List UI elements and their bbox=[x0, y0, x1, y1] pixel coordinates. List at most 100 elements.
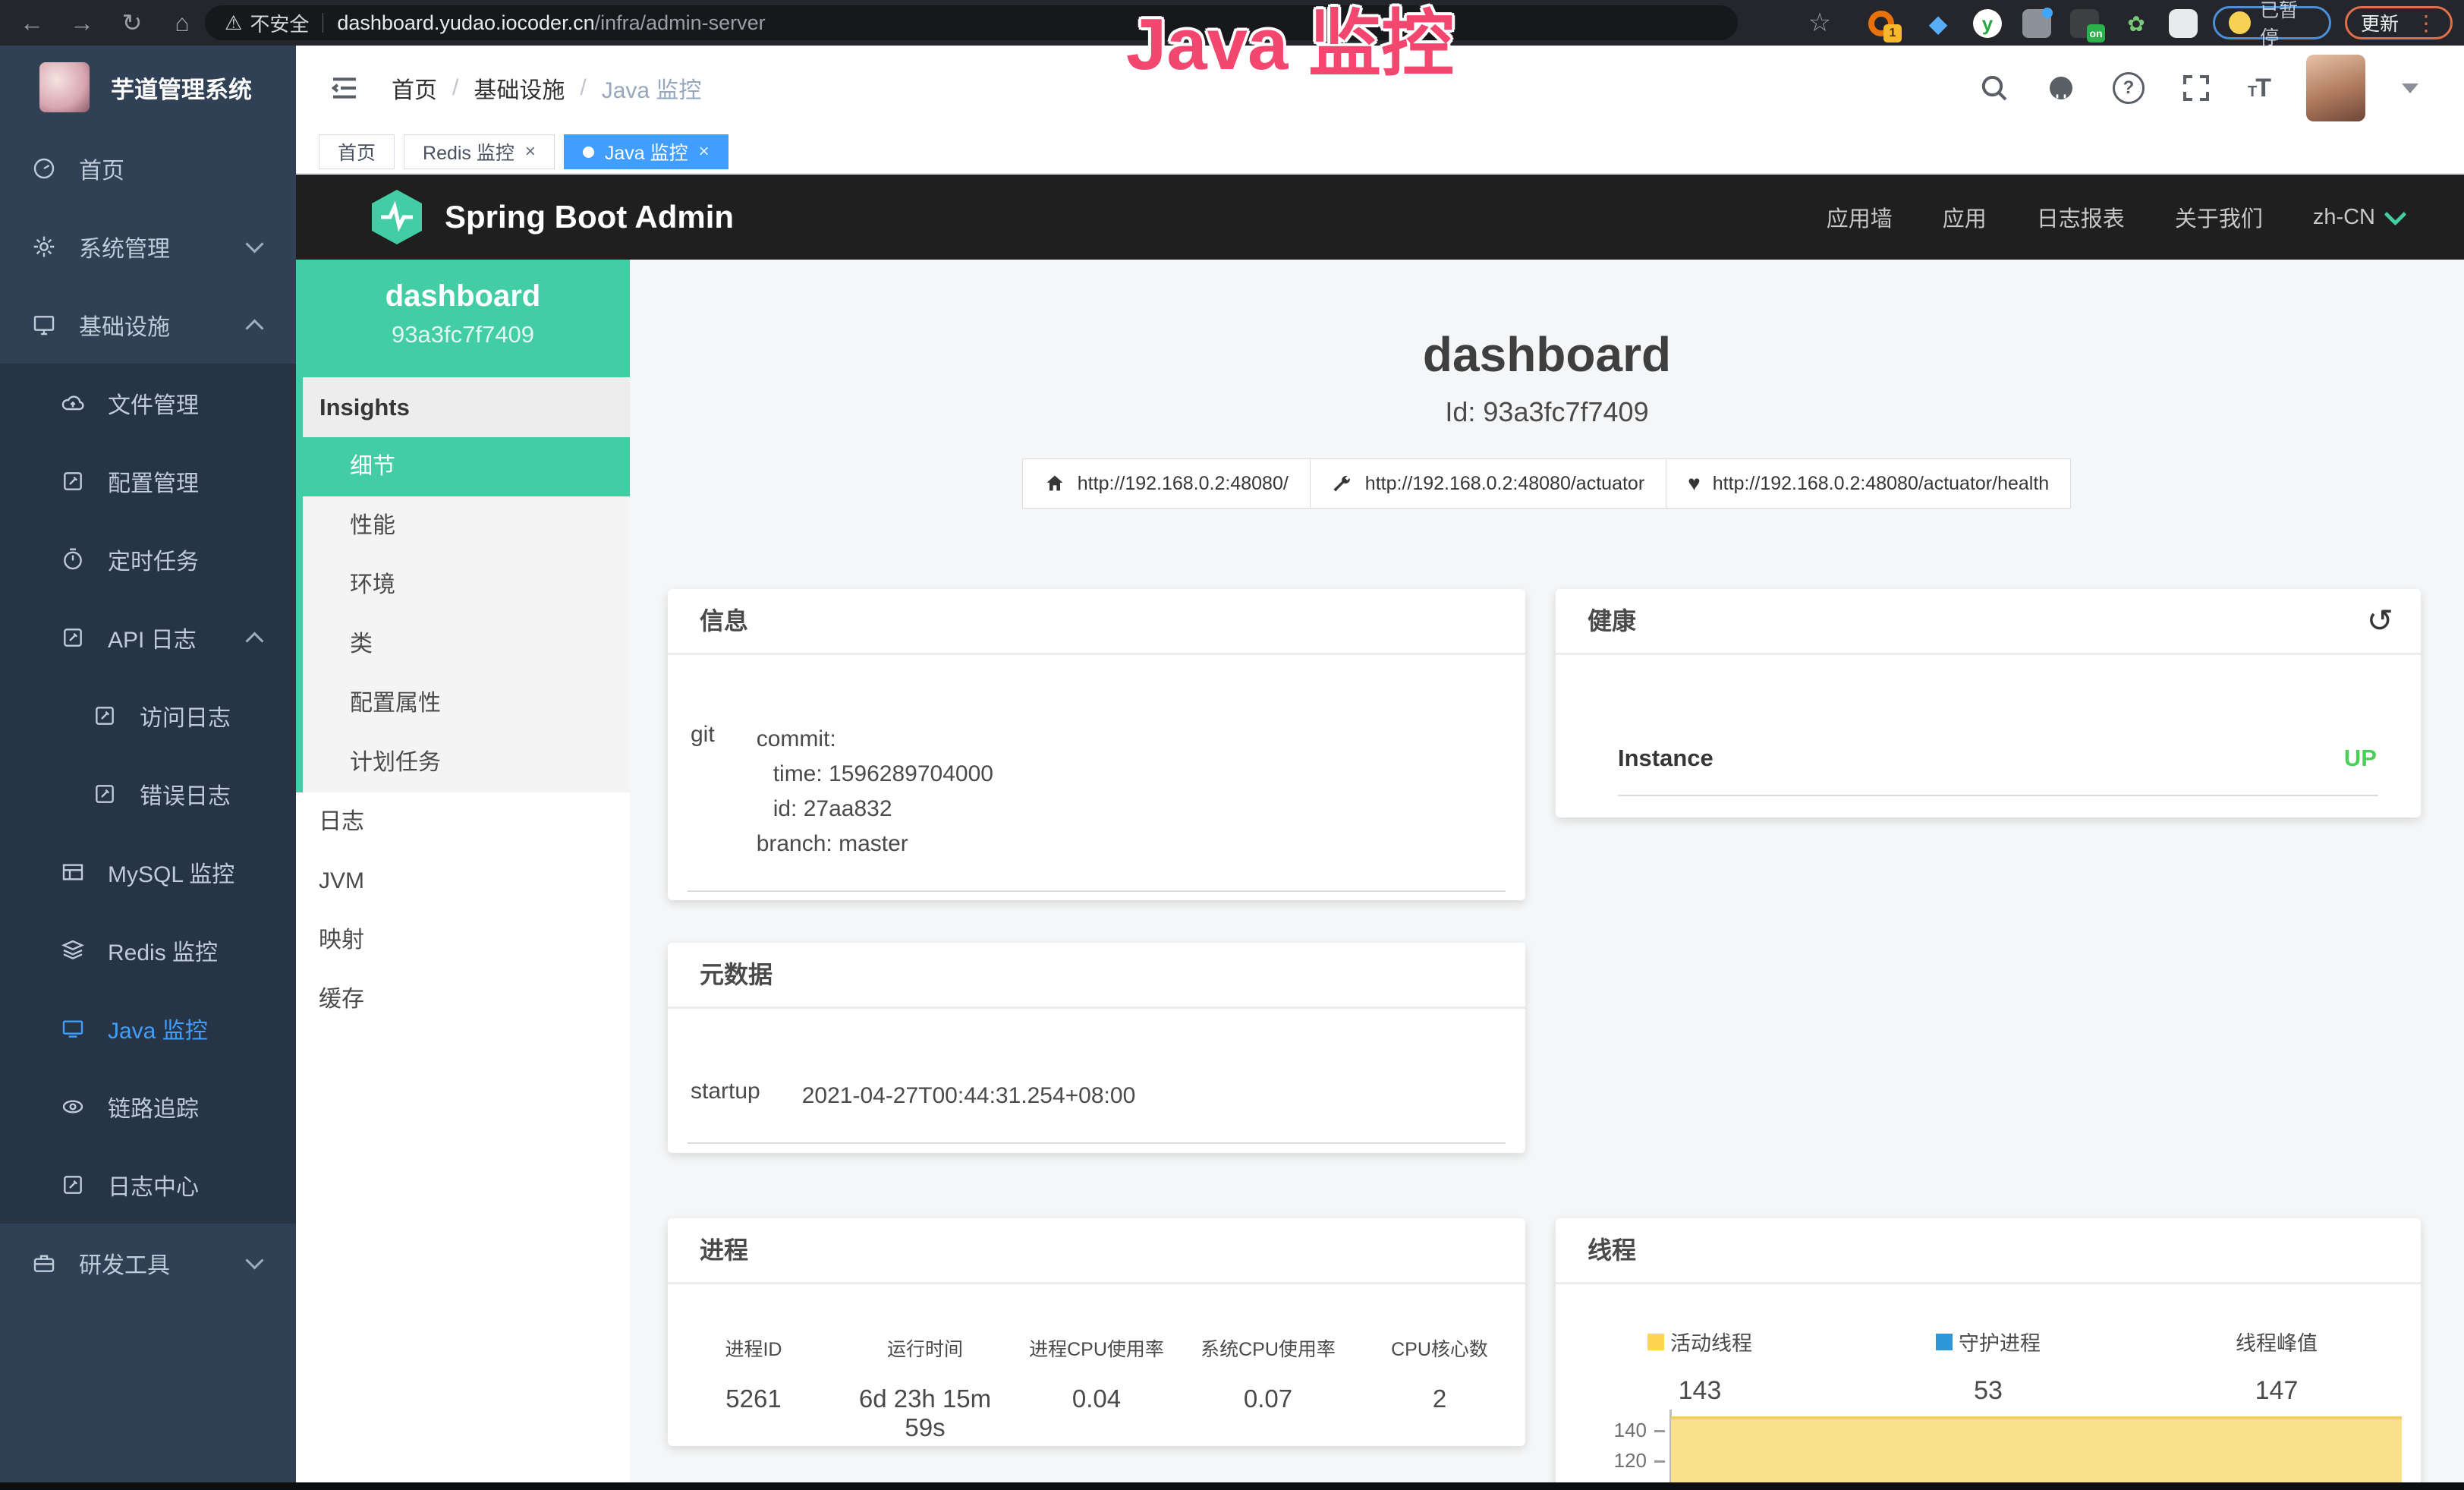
sidebar-item-access-log[interactable]: 访问日志 bbox=[0, 676, 296, 754]
process-col-header: 运行时间 bbox=[839, 1334, 1011, 1362]
browser-back-button[interactable]: ← bbox=[11, 0, 53, 46]
edit-icon bbox=[61, 469, 85, 493]
chevron-up-icon bbox=[245, 319, 263, 337]
menu-item-environment[interactable]: 环境 bbox=[303, 556, 630, 615]
update-browser-button[interactable]: 更新 ⋮ bbox=[2345, 6, 2453, 39]
sba-link-about[interactable]: 关于我们 bbox=[2175, 201, 2263, 233]
extension-grid-icon[interactable] bbox=[2022, 9, 2051, 38]
browser-address-bar[interactable]: ⚠ 不安全 dashboard.yudao.iocoder.cn /infra/… bbox=[205, 5, 1738, 40]
github-icon[interactable] bbox=[2046, 73, 2076, 103]
paused-extension-pill[interactable]: 已暂停 bbox=[2213, 6, 2331, 39]
menu-item-details[interactable]: 细节 bbox=[303, 437, 630, 496]
extension-orange-icon[interactable]: 1 bbox=[1867, 9, 1896, 38]
app-logo-row[interactable]: 芋道管理系统 bbox=[0, 46, 296, 129]
menu-item-scheduled-tasks[interactable]: 计划任务 bbox=[303, 733, 630, 792]
sba-language-select[interactable]: zh-CN bbox=[2313, 205, 2403, 230]
menu-item-classes[interactable]: 类 bbox=[303, 615, 630, 674]
sidebar-item-error-log[interactable]: 错误日志 bbox=[0, 754, 296, 833]
sidebar-item-scheduled-jobs[interactable]: 定时任务 bbox=[0, 520, 296, 598]
row-divider bbox=[1618, 795, 2378, 796]
menu-item-caches[interactable]: 缓存 bbox=[296, 970, 630, 1029]
browser-forward-button[interactable]: → bbox=[61, 0, 103, 46]
legend-swatch-blue bbox=[1936, 1334, 1953, 1350]
extension-list-icon[interactable]: on bbox=[2070, 9, 2099, 38]
breadcrumb-separator: / bbox=[580, 75, 586, 101]
history-icon[interactable]: ↺ bbox=[2367, 589, 2393, 653]
tab-home[interactable]: 首页 bbox=[319, 134, 395, 169]
menu-item-mappings[interactable]: 映射 bbox=[296, 911, 630, 970]
sidebar-item-config-manage[interactable]: 配置管理 bbox=[0, 442, 296, 520]
sidebar-item-redis-monitor[interactable]: Redis 监控 bbox=[0, 911, 296, 989]
sidebar-item-system[interactable]: 系统管理 bbox=[0, 207, 296, 285]
menu-item-config-props[interactable]: 配置属性 bbox=[303, 674, 630, 733]
sidebar-item-api-log[interactable]: API 日志 bbox=[0, 598, 296, 676]
git-branch: branch: master bbox=[757, 827, 1503, 862]
bookmark-star-icon[interactable]: ☆ bbox=[1798, 0, 1841, 46]
breadcrumb-current: Java 监控 bbox=[602, 71, 702, 105]
fullscreen-icon[interactable] bbox=[2181, 73, 2211, 103]
browser-home-button[interactable]: ⌂ bbox=[161, 0, 203, 46]
tab-java-monitor[interactable]: Java 监控 × bbox=[564, 134, 729, 169]
sidebar-item-label: 错误日志 bbox=[140, 777, 231, 811]
sidebar-item-infra[interactable]: 基础设施 bbox=[0, 285, 296, 364]
extension-leaf-icon[interactable]: ✿ bbox=[2122, 9, 2151, 38]
font-size-icon[interactable]: TT bbox=[2248, 74, 2270, 103]
sba-link-applications[interactable]: 应用 bbox=[1943, 201, 1987, 233]
tab-redis-monitor[interactable]: Redis 监控 × bbox=[404, 134, 555, 169]
sidebar-item-java-monitor[interactable]: Java 监控 bbox=[0, 989, 296, 1067]
sidebar-item-tracing[interactable]: 链路追踪 bbox=[0, 1067, 296, 1145]
sidebar-collapse-icon[interactable] bbox=[328, 73, 361, 103]
sba-instance-sidebar: dashboard 93a3fc7f7409 Insights 细节 性能 环境… bbox=[296, 260, 630, 1490]
puzzle-extensions-icon[interactable] bbox=[2169, 9, 2198, 38]
gear-icon bbox=[32, 235, 56, 259]
log-icon bbox=[93, 782, 117, 806]
breadcrumb-infra[interactable]: 基础设施 bbox=[474, 71, 565, 105]
sba-brand[interactable]: Spring Boot Admin bbox=[369, 187, 734, 247]
actuator-url-button[interactable]: http://192.168.0.2:48080/actuator bbox=[1310, 458, 1666, 509]
menu-item-metrics[interactable]: 性能 bbox=[303, 496, 630, 556]
service-url-button[interactable]: http://192.168.0.2:48080/ bbox=[1022, 458, 1311, 509]
browser-reload-button[interactable]: ↻ bbox=[111, 0, 153, 46]
sba-link-wallboard[interactable]: 应用墙 bbox=[1827, 201, 1893, 233]
extension-gem-icon[interactable]: ◆ bbox=[1924, 9, 1953, 38]
sba-navbar: Spring Boot Admin 应用墙 应用 日志报表 关于我们 zh-CN bbox=[296, 175, 2464, 260]
sidebar-item-file-manage[interactable]: 文件管理 bbox=[0, 364, 296, 442]
user-avatar[interactable] bbox=[2306, 55, 2365, 121]
status-badge: UP bbox=[2344, 745, 2377, 772]
breadcrumb-home[interactable]: 首页 bbox=[392, 71, 437, 105]
help-icon[interactable]: ? bbox=[2113, 72, 2145, 104]
eye-icon bbox=[61, 1095, 85, 1119]
tab-close-icon[interactable]: × bbox=[525, 141, 536, 162]
menu-item-logs[interactable]: 日志 bbox=[296, 792, 630, 852]
insights-section-title: Insights bbox=[303, 377, 630, 437]
instance-header[interactable]: dashboard 93a3fc7f7409 bbox=[296, 260, 630, 377]
search-icon[interactable] bbox=[1979, 73, 2009, 103]
sidebar-item-label: API 日志 bbox=[108, 621, 197, 654]
y-tick-120: 120 bbox=[1601, 1449, 1647, 1473]
tab-close-icon[interactable]: × bbox=[699, 141, 710, 162]
row-divider bbox=[688, 1142, 1506, 1144]
row-divider bbox=[688, 890, 1506, 892]
sba-link-journal[interactable]: 日志报表 bbox=[2037, 201, 2125, 233]
breadcrumb-separator: / bbox=[452, 75, 458, 101]
emoji-face-icon bbox=[2229, 11, 2251, 34]
extension-badge-count: 1 bbox=[1883, 24, 1902, 43]
process-col-header: 进程ID bbox=[668, 1334, 839, 1362]
browser-menu-icon[interactable]: ⋮ bbox=[2415, 11, 2437, 36]
sidebar-item-log-center[interactable]: 日志中心 bbox=[0, 1145, 296, 1224]
sidebar-item-home[interactable]: 首页 bbox=[0, 129, 296, 207]
sidebar-item-mysql-monitor[interactable]: MySQL 监控 bbox=[0, 833, 296, 911]
sidebar-item-dev-tools[interactable]: 研发工具 bbox=[0, 1224, 296, 1302]
git-commit-label: commit: bbox=[757, 722, 1503, 757]
legend-peak-threads: 线程峰值 bbox=[2132, 1327, 2421, 1356]
insights-section: Insights 细节 性能 环境 类 配置属性 计划任务 bbox=[296, 377, 630, 792]
active-dot-icon bbox=[583, 146, 594, 158]
cpu-core-count: 2 bbox=[1354, 1384, 1525, 1442]
menu-item-jvm[interactable]: JVM bbox=[296, 852, 630, 911]
threads-card-title: 线程 bbox=[1556, 1218, 2421, 1284]
y-tickmark bbox=[1654, 1460, 1665, 1463]
extension-y-icon[interactable]: y bbox=[1973, 9, 2002, 38]
health-url-button[interactable]: ♥ http://192.168.0.2:48080/actuator/heal… bbox=[1666, 458, 2071, 509]
user-caret-icon[interactable] bbox=[2402, 83, 2418, 93]
sba-brand-title: Spring Boot Admin bbox=[445, 199, 734, 235]
